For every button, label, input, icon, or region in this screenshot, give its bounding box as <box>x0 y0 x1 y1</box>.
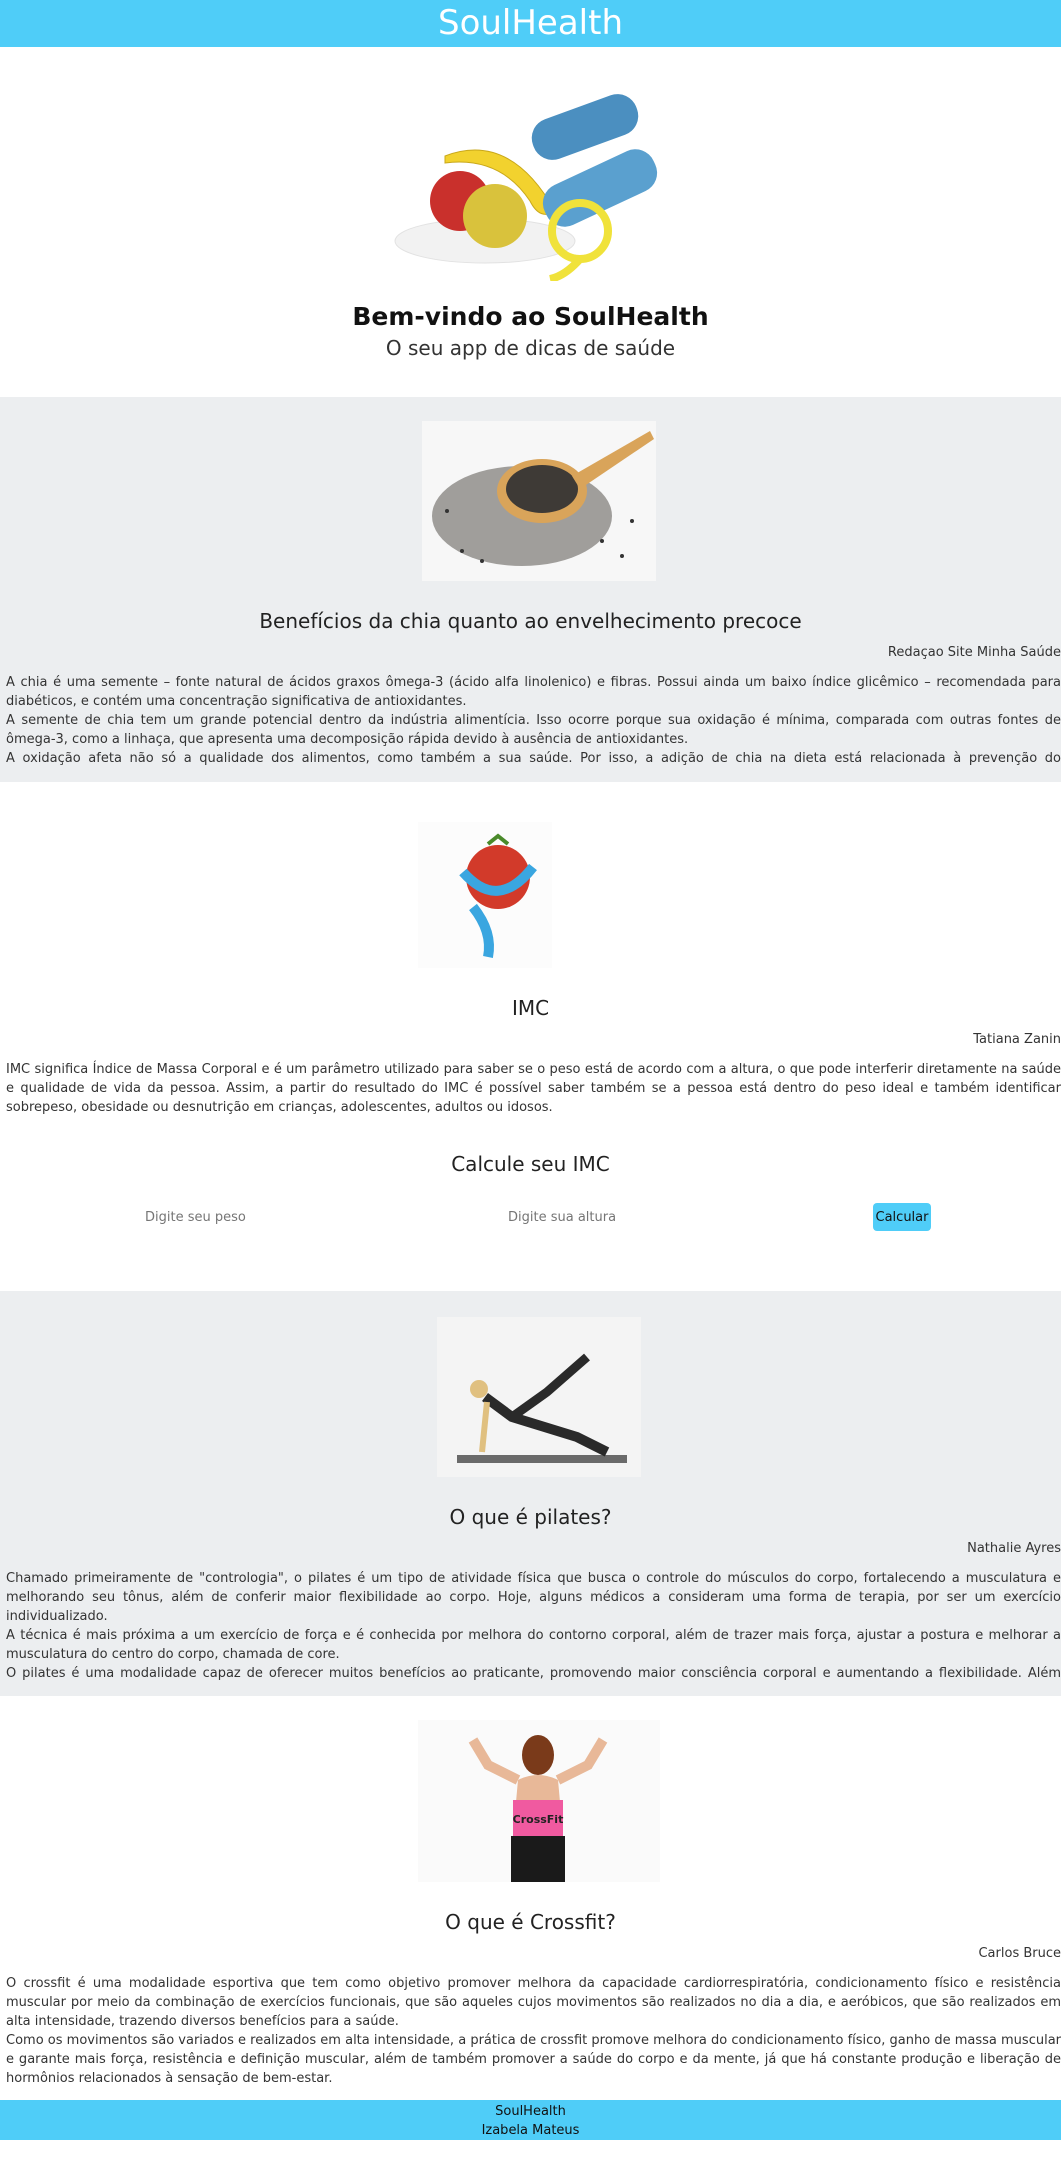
pilates-paragraph: A técnica é mais próxima a um exercício … <box>6 1628 1061 1662</box>
footer-author: Izabela Mateus <box>481 2123 580 2138</box>
crossfit-article-text: O crossfit é uma modalidade esportiva qu… <box>6 1974 1061 2089</box>
tomato-tape-image <box>418 822 552 968</box>
crossfit-woman-image: CrossFit <box>418 1720 660 1882</box>
imc-article-text: IMC significa Índice de Massa Corporal e… <box>6 1060 1061 1118</box>
pilates-section: O que é pilates? Nathalie Ayres Chamado … <box>0 1291 1061 1696</box>
imc-author: Tatiana Zanin <box>973 1032 1061 1047</box>
hero-fruits-dumbbells-image <box>394 94 658 281</box>
pilates-article-text: Chamado primeiramente de "contrologia", … <box>6 1569 1061 1684</box>
calculate-button[interactable]: Calcular <box>873 1203 931 1231</box>
weight-input[interactable] <box>145 1204 365 1230</box>
imc-calculator-title: Calcule seu IMC <box>451 1152 610 1176</box>
chia-paragraph: A semente de chia tem um grande potencia… <box>6 713 1061 747</box>
crossfit-shirt-text: CrossFit <box>513 1813 564 1826</box>
crossfit-paragraph: Como os movimentos são variados e realiz… <box>6 2033 1061 2086</box>
pilates-paragraph: O pilates é uma modalidade capaz de ofer… <box>6 1666 1061 1681</box>
crossfit-section: CrossFit O que é Crossfit? Carlos Bruce … <box>0 1696 1061 2100</box>
chia-title: Benefícios da chia quanto ao envelhecime… <box>259 609 802 633</box>
hero-title: Bem-vindo ao SoulHealth <box>352 302 709 331</box>
footer-brand: SoulHealth <box>495 2104 566 2119</box>
chia-author: Redaçao Site Minha Saúde <box>887 645 1061 660</box>
crossfit-paragraph: O crossfit é uma modalidade esportiva qu… <box>6 1976 1061 2029</box>
page-footer: SoulHealth Izabela Mateus <box>0 2100 1061 2140</box>
navbar-brand[interactable]: SoulHealth <box>438 3 623 43</box>
crossfit-author: Carlos Bruce <box>978 1946 1061 1961</box>
chia-article-text: A chia é uma semente – fonte natural de … <box>6 673 1061 769</box>
pilates-exercise-image <box>437 1317 641 1477</box>
imc-paragraph: IMC significa Índice de Massa Corporal e… <box>6 1062 1061 1115</box>
top-navbar: SoulHealth <box>0 0 1061 47</box>
hero-subtitle: O seu app de dicas de saúde <box>385 336 676 360</box>
height-input[interactable] <box>508 1204 728 1230</box>
hero-section: Bem-vindo ao SoulHealth O seu app de dic… <box>0 47 1061 397</box>
chia-paragraph: A chia é uma semente – fonte natural de … <box>6 675 1061 709</box>
imc-section: IMC Tatiana Zanin IMC significa Índice d… <box>0 782 1061 1291</box>
chia-seeds-image <box>422 421 656 581</box>
chia-section: Benefícios da chia quanto ao envelhecime… <box>0 397 1061 782</box>
pilates-paragraph: Chamado primeiramente de "contrologia", … <box>6 1571 1061 1624</box>
chia-paragraph: A oxidação afeta não só a qualidade dos … <box>6 751 1061 766</box>
pilates-author: Nathalie Ayres <box>967 1541 1061 1556</box>
pilates-title: O que é pilates? <box>449 1505 612 1529</box>
imc-title: IMC <box>511 996 550 1020</box>
crossfit-title: O que é Crossfit? <box>445 1910 616 1934</box>
